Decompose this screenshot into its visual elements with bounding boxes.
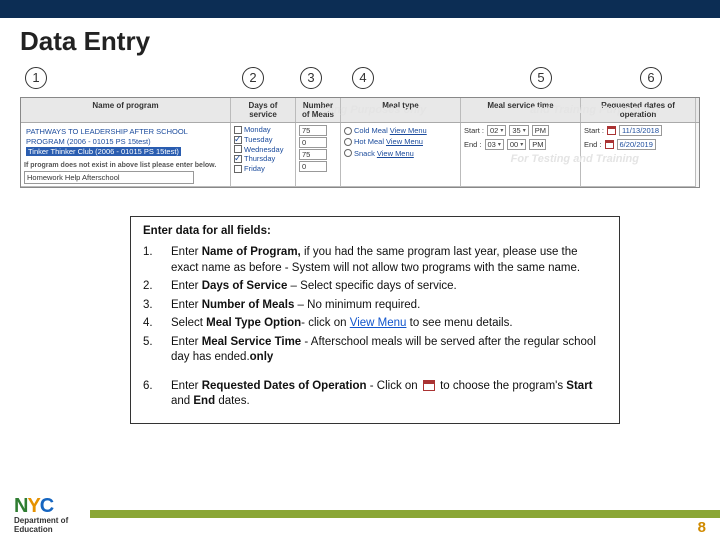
start-hour-select[interactable]: 02▾ bbox=[487, 125, 506, 136]
calendar-icon[interactable] bbox=[605, 140, 614, 149]
table-row: PATHWAYS TO LEADERSHIP AFTER SCHOOL PROG… bbox=[21, 123, 699, 187]
callout-6: 6 bbox=[640, 67, 662, 89]
number-of-meals-cell: 75 0 75 0 bbox=[296, 123, 341, 187]
instruction-number: 1. bbox=[143, 245, 157, 276]
view-menu-link[interactable]: View Menu bbox=[386, 136, 423, 147]
instruction-number: 4. bbox=[143, 316, 157, 332]
slide-top-bar bbox=[0, 0, 720, 18]
days-of-service-cell: Monday Tuesday Wednesday Thursday Friday bbox=[231, 123, 296, 187]
instruction-item: 1. Enter Name of Program, if you had the … bbox=[143, 245, 607, 276]
meals-input[interactable]: 75 bbox=[299, 149, 327, 160]
instruction-item: 2. Enter Days of Service – Select specifi… bbox=[143, 279, 607, 295]
instruction-item: 3. Enter Number of Meals – No minimum req… bbox=[143, 298, 607, 314]
data-entry-form-screenshot: ining Purposes only and Training Purpose… bbox=[20, 97, 700, 188]
page-number: 8 bbox=[698, 519, 706, 536]
instruction-text: Enter Number of Meals – No minimum requi… bbox=[171, 298, 607, 314]
meals-input[interactable]: 0 bbox=[299, 161, 327, 172]
checkbox-thursday[interactable] bbox=[234, 155, 242, 163]
end-time-label: End : bbox=[464, 140, 482, 149]
start-date-value[interactable]: 11/13/2018 bbox=[619, 125, 662, 136]
start-time-label: Start : bbox=[464, 126, 484, 135]
callout-4: 4 bbox=[352, 67, 374, 89]
col-header-meals: Number of Meals bbox=[296, 98, 341, 122]
col-header-mealtype: Meal type bbox=[341, 98, 461, 122]
instruction-item: 5. Enter Meal Service Time - Afterschool … bbox=[143, 335, 607, 366]
instruction-text: Enter Name of Program, if you had the sa… bbox=[171, 245, 607, 276]
slide-footer: NYC Department of Education 8 bbox=[0, 496, 720, 540]
requested-dates-cell: Start : 11/13/2018 End : 6/20/2019 bbox=[581, 123, 696, 187]
callout-3: 3 bbox=[300, 67, 322, 89]
instruction-text: Enter Meal Service Time - Afterschool me… bbox=[171, 335, 607, 366]
end-min-select[interactable]: 00▾ bbox=[507, 139, 526, 150]
end-hour-select[interactable]: 03▾ bbox=[485, 139, 504, 150]
end-ampm-select[interactable]: PM bbox=[529, 139, 546, 150]
col-header-days: Days of service bbox=[231, 98, 296, 122]
instruction-number: 2. bbox=[143, 279, 157, 295]
instruction-number: 5. bbox=[143, 335, 157, 366]
callout-5: 5 bbox=[530, 67, 552, 89]
view-menu-link[interactable]: View Menu bbox=[350, 317, 407, 329]
program-listbox[interactable]: PATHWAYS TO LEADERSHIP AFTER SCHOOL PROG… bbox=[24, 125, 227, 158]
meal-service-time-cell: Start : 02▾ 35▾ PM End : 03▾ 00▾ PM bbox=[461, 123, 581, 187]
start-min-select[interactable]: 35▾ bbox=[509, 125, 528, 136]
instruction-text: Enter Days of Service – Select specific … bbox=[171, 279, 607, 295]
meal-type-cell: Cold Meal View Menu Hot Meal View Menu S… bbox=[341, 123, 461, 187]
column-callout-numbers: 1 2 3 4 5 6 bbox=[20, 67, 700, 95]
instruction-number: 6. bbox=[143, 379, 157, 410]
table-header-row: Name of program Days of service Number o… bbox=[21, 98, 699, 123]
col-header-time: Meal service time bbox=[461, 98, 581, 122]
program-hint-text: If program does not exist in above list … bbox=[24, 162, 227, 169]
instruction-item: 4. Select Meal Type Option- click on View… bbox=[143, 316, 607, 332]
instruction-number: 3. bbox=[143, 298, 157, 314]
end-date-label: End : bbox=[584, 140, 602, 149]
view-menu-link[interactable]: View Menu bbox=[377, 148, 414, 159]
program-option-selected[interactable]: Tinker Thinker Club (2006 - 01015 PS 15t… bbox=[26, 147, 181, 157]
calendar-icon[interactable] bbox=[607, 126, 616, 135]
checkbox-tuesday[interactable] bbox=[234, 136, 242, 144]
meals-input[interactable]: 75 bbox=[299, 125, 327, 136]
instructions-box: Enter data for all fields: 1. Enter Name … bbox=[130, 216, 620, 424]
start-date-label: Start : bbox=[584, 126, 604, 135]
radio-snack[interactable] bbox=[344, 149, 352, 157]
callout-1: 1 bbox=[25, 67, 47, 89]
view-menu-link[interactable]: View Menu bbox=[390, 125, 427, 136]
instructions-heading: Enter data for all fields: bbox=[143, 225, 607, 237]
callout-2: 2 bbox=[242, 67, 264, 89]
col-header-dates: Requested dates of operation bbox=[581, 98, 696, 122]
checkbox-friday[interactable] bbox=[234, 165, 242, 173]
radio-hot-meal[interactable] bbox=[344, 138, 352, 146]
end-date-value[interactable]: 6/20/2019 bbox=[617, 139, 656, 150]
radio-cold-meal[interactable] bbox=[344, 127, 352, 135]
meals-input[interactable]: 0 bbox=[299, 137, 327, 148]
calendar-icon bbox=[423, 380, 435, 391]
instruction-text: Select Meal Type Option- click on View M… bbox=[171, 316, 607, 332]
col-header-program: Name of program bbox=[21, 98, 231, 122]
instruction-text: Enter Requested Dates of Operation - Cli… bbox=[171, 379, 607, 410]
instruction-item: 6. Enter Requested Dates of Operation - C… bbox=[143, 379, 607, 410]
page-title: Data Entry bbox=[20, 26, 700, 57]
program-option[interactable]: PATHWAYS TO LEADERSHIP AFTER SCHOOL PROG… bbox=[26, 127, 225, 147]
footer-accent-bar bbox=[90, 510, 720, 518]
program-name-input[interactable]: Homework Help Afterschool bbox=[24, 171, 194, 184]
start-ampm-select[interactable]: PM bbox=[532, 125, 549, 136]
nyc-doe-logo: NYC Department of Education bbox=[14, 496, 68, 534]
